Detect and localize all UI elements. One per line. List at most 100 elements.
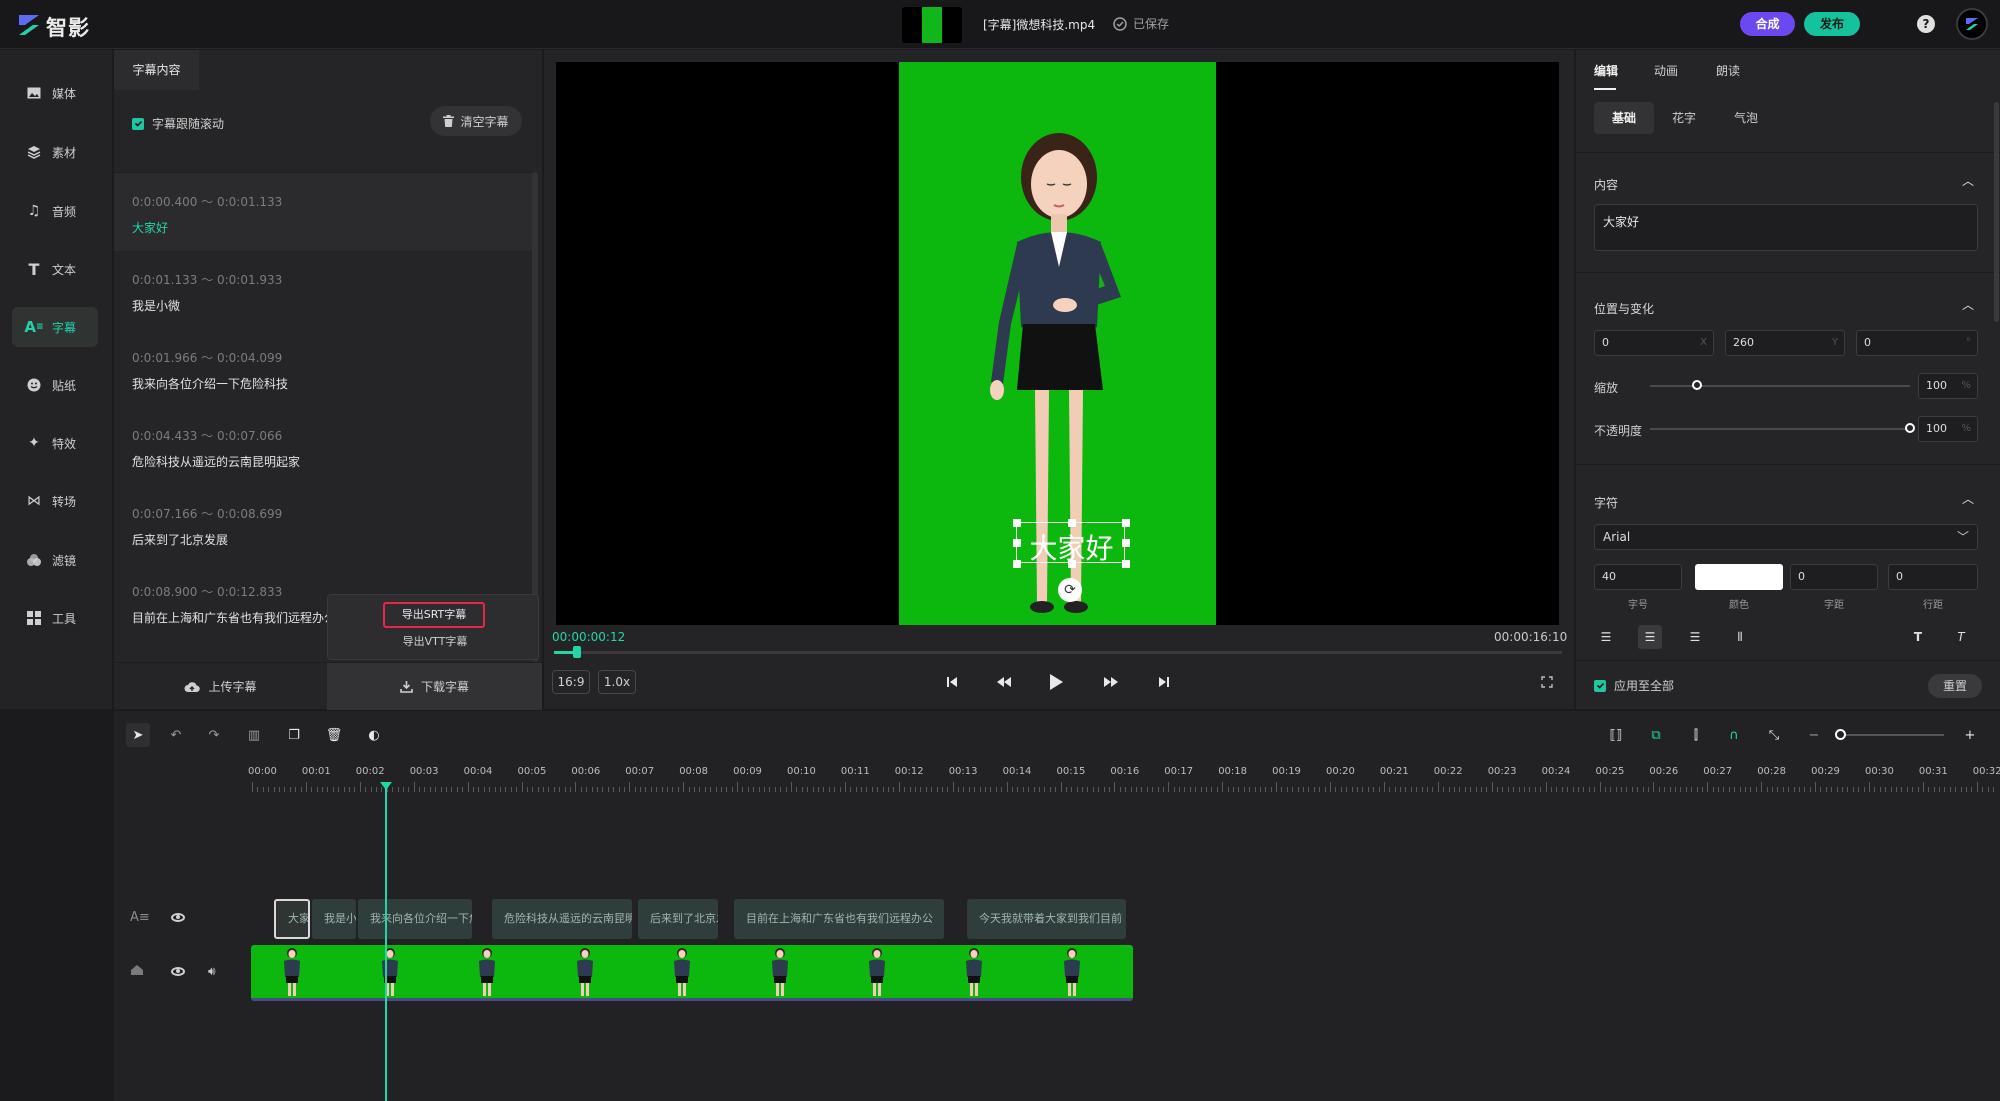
playback-scrubber[interactable]	[554, 646, 1562, 658]
subtitle-text[interactable]: 我来向各位介绍一下危险科技	[132, 375, 288, 392]
help-icon[interactable]: ?	[1917, 15, 1935, 33]
opacity-input[interactable]: 100%	[1918, 416, 1978, 442]
nav-item-transition[interactable]: ⋈ 转场	[12, 481, 98, 521]
nav-item-assets[interactable]: 素材	[12, 132, 98, 172]
zoom-in-icon[interactable]: +	[1960, 725, 1980, 745]
scrubber-handle[interactable]	[573, 646, 582, 658]
position-y-input[interactable]: 260 Y	[1725, 330, 1845, 356]
resize-handle[interactable]	[1068, 519, 1076, 527]
export-srt-menu-item[interactable]: 导出SRT字幕	[383, 602, 485, 628]
timeline-ruler[interactable]: 00:00 00:01 00:02 00:03 00:04 00:05 00:06 00:07…	[248, 766, 2000, 796]
resize-handle[interactable]	[1013, 560, 1021, 568]
apply-to-all-checkbox[interactable]: 应用至全部	[1594, 677, 1674, 694]
link-clips-icon[interactable]: ⧉	[1646, 725, 1666, 745]
resize-handle[interactable]	[1122, 539, 1130, 547]
reset-button[interactable]: 重置	[1928, 674, 1982, 698]
tab-edit[interactable]: 编辑	[1594, 62, 1618, 79]
subtitle-list-scrollbar[interactable]	[532, 172, 538, 662]
subtitle-item[interactable]: 0:0:01.966 ～ 0:0:04.099 我来向各位介绍一下危险科技	[114, 329, 532, 407]
subtitle-clip[interactable]: 今天我就带着大家到我们目前	[967, 899, 1126, 939]
subtitle-clip[interactable]: 危险科技从遥远的云南昆明起家	[492, 899, 632, 939]
subtitle-item[interactable]: 0:0:00.400 ～ 0:0:01.133 大家好	[114, 173, 532, 251]
opacity-slider[interactable]	[1650, 428, 1910, 430]
subtitle-text[interactable]: 后来到了北京发展	[132, 531, 228, 548]
align-right-icon[interactable]: ☰	[1683, 625, 1707, 649]
content-textarea[interactable]: 大家好	[1594, 204, 1978, 251]
align-center-icon[interactable]: ☰	[1638, 625, 1662, 649]
delete-icon[interactable]: 🗑	[324, 725, 344, 745]
aspect-ratio-button[interactable]: 16:9	[552, 670, 590, 694]
fit-timeline-icon[interactable]: ⤡	[1764, 725, 1784, 745]
subtitle-clip[interactable]: 目前在上海和广东省也有我们远程办公	[734, 899, 944, 939]
font-family-select[interactable]: Arial ﹀	[1594, 524, 1978, 550]
fast-forward-icon[interactable]	[1099, 670, 1123, 694]
subtitle-clip[interactable]: 后来到了北京发展	[638, 899, 718, 939]
timeline-zoom-handle[interactable]	[1835, 729, 1846, 740]
compose-button[interactable]: 合成	[1740, 12, 1795, 36]
resize-handle[interactable]	[1068, 560, 1076, 568]
playhead[interactable]	[385, 784, 387, 1101]
trim-icon[interactable]: ⟦⟧	[1606, 725, 1626, 745]
scale-slider-handle[interactable]	[1691, 380, 1702, 390]
rotate-icon[interactable]: ⟳	[1058, 578, 1082, 602]
resize-handle[interactable]	[1013, 539, 1021, 547]
download-subtitle-button[interactable]: 下载字幕	[327, 663, 542, 710]
subtitle-text[interactable]: 大家好	[132, 219, 168, 236]
nav-item-text[interactable]: T 文本	[12, 249, 98, 289]
split-audio-icon[interactable]: ⫿	[1686, 725, 1706, 745]
resize-handle[interactable]	[1122, 560, 1130, 568]
clear-subtitles-button[interactable]: 清空字幕	[430, 106, 522, 136]
font-size-input[interactable]: 40	[1594, 564, 1682, 590]
tab-subtitle-content[interactable]: 字幕内容	[114, 50, 199, 90]
follow-scroll-checkbox[interactable]: 字幕跟随滚动	[132, 115, 224, 132]
upload-subtitle-button[interactable]: 上传字幕	[114, 663, 327, 710]
fullscreen-icon[interactable]	[1535, 670, 1559, 694]
subtitle-item[interactable]: 0:0:07.166 ～ 0:0:08.699 后来到了北京发展	[114, 485, 532, 563]
resize-handle[interactable]	[1122, 519, 1130, 527]
redo-icon[interactable]: ↷	[204, 725, 224, 745]
resize-handle[interactable]	[1013, 519, 1021, 527]
chevron-up-icon[interactable]: ︿	[1962, 296, 1974, 313]
publish-button[interactable]: 发布	[1804, 12, 1860, 36]
nav-item-effects[interactable]: ✦ 特效	[12, 423, 98, 463]
properties-scrollbar[interactable]	[1994, 102, 1999, 322]
nav-item-sticker[interactable]: 贴纸	[12, 365, 98, 405]
chevron-up-icon[interactable]: ︿	[1962, 490, 1974, 507]
eye-icon[interactable]	[171, 913, 185, 922]
italic-icon[interactable]: T	[1949, 625, 1973, 649]
select-cursor-icon[interactable]: ➤	[126, 723, 150, 747]
avatar[interactable]	[1956, 8, 1988, 40]
subtitle-clip[interactable]: 我来向各位介绍一下危险科技	[358, 899, 472, 939]
subtitle-text[interactable]: 危险科技从遥远的云南昆明起家	[132, 453, 300, 470]
rotation-input[interactable]: 0 °	[1856, 330, 1978, 356]
nav-item-tools[interactable]: 工具	[12, 598, 98, 638]
nav-item-filter[interactable]: 滤镜	[12, 540, 98, 580]
opacity-slider-handle[interactable]	[1905, 423, 1915, 433]
subtab-basic[interactable]: 基础	[1594, 102, 1654, 134]
subtab-fancy-text[interactable]: 花字	[1662, 102, 1706, 134]
subtab-bubble[interactable]: 气泡	[1724, 102, 1768, 134]
position-x-input[interactable]: 0X	[1594, 330, 1714, 356]
magnet-snap-icon[interactable]: ∩	[1724, 725, 1744, 745]
line-spacing-input[interactable]: 0	[1888, 564, 1978, 590]
volume-icon[interactable]: 🔊︎	[208, 964, 216, 979]
video-stage[interactable]: 大家好 ⟳	[556, 62, 1559, 625]
eye-icon[interactable]	[171, 967, 185, 976]
subtitle-text[interactable]: 目前在上海和广东省也有我们远程办公	[132, 609, 336, 626]
scale-input[interactable]: 100%	[1918, 373, 1978, 399]
timeline-zoom-slider[interactable]	[1838, 734, 1944, 736]
play-icon[interactable]	[1044, 670, 1068, 694]
copy-icon[interactable]: ❐	[284, 725, 304, 745]
nav-item-audio[interactable]: ♫ 音频	[12, 191, 98, 231]
align-left-icon[interactable]: ☰	[1594, 625, 1618, 649]
split-icon[interactable]: ▥	[244, 725, 264, 745]
rewind-icon[interactable]	[992, 670, 1016, 694]
letter-spacing-input[interactable]: 0	[1790, 564, 1878, 590]
subtitle-text[interactable]: 我是小微	[132, 297, 180, 314]
export-vtt-menu-item[interactable]: 导出VTT字幕	[385, 633, 485, 649]
tab-animation[interactable]: 动画	[1654, 62, 1678, 79]
file-title[interactable]: [字幕]微想科技.mp4	[983, 16, 1095, 33]
skip-to-start-icon[interactable]	[940, 670, 964, 694]
subtitle-clip[interactable]: 我是小微	[312, 899, 356, 939]
caption-selection-box[interactable]: 大家好	[1013, 519, 1130, 568]
